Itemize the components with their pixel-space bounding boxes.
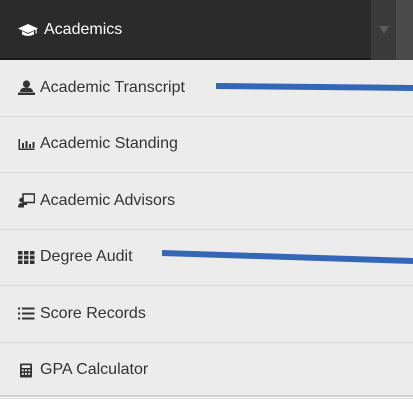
menu-item-label: Academic Advisors [40,192,175,210]
menu-item-academic-standing[interactable]: Academic Standing [0,117,413,174]
caret-down-icon [379,26,389,34]
academics-header[interactable]: Academics [0,0,396,60]
menu-item-label: GPA Calculator [40,361,148,379]
header-dropdown-toggle[interactable] [371,0,396,60]
list-icon [18,306,35,321]
academics-header-title: Academics [18,0,122,60]
grid-table-icon [18,250,35,265]
header-label: Academics [44,21,122,39]
menu-item-label: Score Records [40,305,146,323]
academics-menu: Academics Academic Transcript [0,0,413,397]
user-icon [18,80,35,95]
header-right-strip [396,0,413,60]
graduation-cap-icon [18,22,38,38]
menu-item-label: Academic Standing [40,135,178,153]
menu-item-label: Degree Audit [40,248,133,266]
presentation-board-icon [18,193,35,208]
menu-items: Academic Transcript Academic Standing [0,60,413,397]
menu-item-academic-advisors[interactable]: Academic Advisors [0,173,413,230]
menu-item-degree-audit[interactable]: Degree Audit [0,230,413,287]
menu-item-label: Academic Transcript [40,79,185,97]
bar-chart-icon [18,137,35,152]
menu-item-academic-transcript[interactable]: Academic Transcript [0,60,413,117]
menu-item-score-records[interactable]: Score Records [0,286,413,343]
calculator-icon [18,363,35,378]
menu-item-gpa-calculator[interactable]: GPA Calculator [0,343,413,399]
